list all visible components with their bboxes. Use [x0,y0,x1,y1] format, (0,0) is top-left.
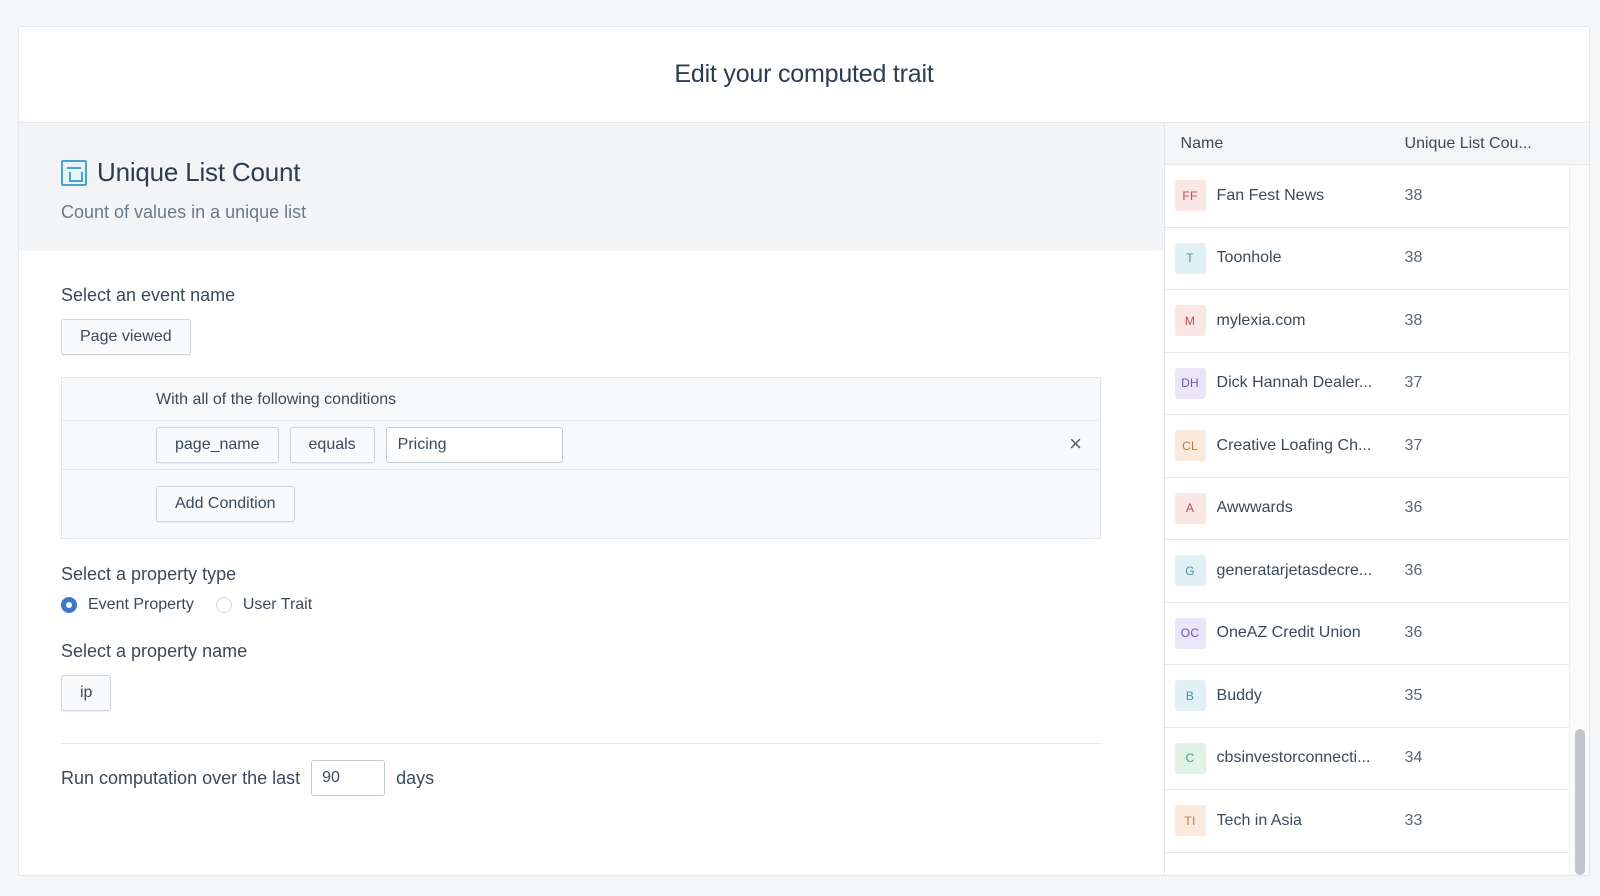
row-name: mylexia.com [1216,311,1306,329]
table-body: FF Fan Fest News 38 T Toonhole 38 Mmylexia.com… [1164,165,1571,853]
avatar: G [1174,555,1206,587]
edit-trait-modal: Edit your computed trait Unique List Cou… [18,26,1590,876]
modal-body: Unique List Count Count of values in a u… [19,123,1589,875]
row-name: Toonhole [1216,249,1282,267]
row-count: 36 [1404,499,1423,517]
table-row[interactable]: T Toonhole 38 [1164,228,1571,290]
scrollbar[interactable] [1569,165,1589,875]
table-row[interactable]: TI Tech in Asia 33 [1164,790,1571,853]
property-type-radios: Event Property User Trait [61,596,1122,614]
avatar: M [1174,305,1206,337]
condition-property-dropdown[interactable]: page_name [156,427,279,463]
row-name: cbsinvestorconnecti... [1216,749,1371,767]
conditions-box: With all of the following conditions pag… [61,377,1101,539]
trait-chart-icon [61,159,87,186]
modal-title: Edit your computed trait [674,60,934,88]
condition-row: page_name equals × [62,421,1100,470]
avatar: DH [1174,367,1206,399]
table-row[interactable]: FF Fan Fest News 38 [1164,165,1571,228]
table-row[interactable]: CL Creative Loafing Ch... 37 [1164,415,1571,478]
avatar: TI [1174,805,1206,837]
row-count: 36 [1404,624,1423,642]
table-row[interactable]: B Buddy 35 [1164,665,1571,728]
table-row[interactable]: Mmylexia.com 38 [1164,290,1571,353]
event-name-label: Select an event name [61,285,236,305]
table-row[interactable]: Ggeneratarjetasdecre... 36 [1164,540,1571,603]
row-count: 38 [1404,249,1423,267]
days-input[interactable] [311,760,386,796]
row-count: 37 [1404,374,1423,392]
conditions-header: With all of the following conditions [62,378,1100,421]
row-count: 36 [1404,561,1423,579]
row-count: 35 [1404,686,1423,704]
avatar: B [1174,680,1206,712]
avatar: OC [1174,617,1206,649]
add-condition-row: Add Condition [62,470,1100,538]
computation-window-row: Run computation over the last days [61,760,1122,796]
avatar: C [1174,742,1206,774]
avatar: T [1174,242,1206,274]
trait-header: Unique List Count Count of values in a u… [19,123,1164,251]
close-icon[interactable]: × [1069,433,1082,455]
radio-unselected-icon[interactable] [215,597,232,613]
condition-operator-dropdown[interactable]: equals [289,427,375,463]
table-row[interactable]: OC OneAZ Credit Union 36 [1164,603,1571,665]
row-count: 34 [1404,749,1423,767]
table-row[interactable]: DH Dick Hannah Dealer... 37 [1164,353,1571,415]
row-count: 33 [1404,811,1423,829]
radio-user-trait-label: User Trait [242,596,313,613]
condition-value-input[interactable] [385,427,563,463]
avatar: FF [1174,180,1206,212]
trait-title: Unique List Count [97,157,301,187]
scrollbar-thumb[interactable] [1575,729,1585,875]
trait-description: Count of values in a unique list [61,202,307,222]
computation-suffix: days [396,767,435,788]
computation-prefix: Run computation over the last [61,767,301,788]
row-name: Dick Hannah Dealer... [1216,374,1373,392]
radio-event-property-label: Event Property [88,596,194,613]
row-name: Creative Loafing Ch... [1216,436,1372,454]
radio-event-property[interactable]: Event Property [61,596,194,614]
table-header: Name Unique List Cou... [1164,123,1589,165]
row-name: Awwwards [1216,499,1293,517]
preview-table-panel: Name Unique List Cou... FF Fan Fest News 3… [1163,123,1589,875]
row-name: generatarjetasdecre... [1216,561,1373,579]
property-name-dropdown[interactable]: ip [61,675,112,711]
table-row[interactable]: Ccbsinvestorconnecti... 34 [1164,728,1571,790]
modal-header: Edit your computed trait [19,27,1589,123]
row-name: Fan Fest News [1216,186,1325,204]
column-unique-list-count[interactable]: Unique List Cou... [1405,135,1589,153]
row-count: 38 [1404,186,1423,204]
column-name[interactable]: Name [1165,135,1405,153]
avatar: A [1174,492,1206,524]
radio-user-trait[interactable]: User Trait [215,596,313,614]
row-name: OneAZ Credit Union [1216,624,1361,642]
event-name-dropdown[interactable]: Page viewed [61,319,191,355]
avatar: CL [1174,430,1206,462]
row-count: 38 [1404,311,1423,329]
table-row[interactable]: A Awwwards 36 [1164,478,1571,540]
property-name-label: Select a property name [61,641,248,661]
radio-selected-icon[interactable] [61,597,77,613]
add-condition-button[interactable]: Add Condition [156,486,295,522]
trait-form: Select an event name Page viewed With al… [19,251,1164,796]
property-type-label: Select a property type [61,564,237,584]
row-name: Buddy [1216,686,1262,704]
trait-form-panel: Unique List Count Count of values in a u… [19,123,1164,875]
divider [61,743,1101,744]
row-name: Tech in Asia [1216,811,1302,829]
row-count: 37 [1404,436,1423,454]
